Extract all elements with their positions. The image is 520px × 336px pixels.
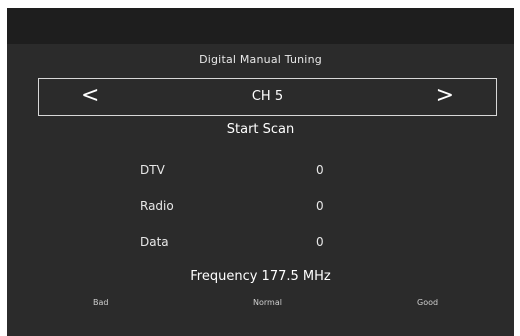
signal-normal-label: Normal — [253, 298, 282, 307]
frequency-readout: Frequency 177.5 MHz — [190, 269, 331, 284]
data-count: 0 — [316, 235, 324, 249]
dtv-count: 0 — [316, 163, 324, 177]
channel-selector[interactable]: < CH 5 > — [38, 78, 497, 116]
dtv-label: DTV — [140, 163, 165, 177]
top-band — [7, 8, 514, 44]
start-scan-button[interactable]: Start Scan — [7, 122, 514, 137]
data-label: Data — [140, 235, 169, 249]
tuning-screen: Digital Manual Tuning < CH 5 > Start Sca… — [7, 8, 514, 336]
radio-label: Radio — [140, 199, 174, 213]
radio-count: 0 — [316, 199, 324, 213]
channel-label: CH 5 — [251, 89, 284, 104]
signal-bad-label: Bad — [93, 298, 109, 307]
signal-good-label: Good — [417, 298, 439, 307]
chevron-right-icon[interactable]: > — [436, 83, 454, 109]
page-title: Digital Manual Tuning — [199, 53, 322, 66]
